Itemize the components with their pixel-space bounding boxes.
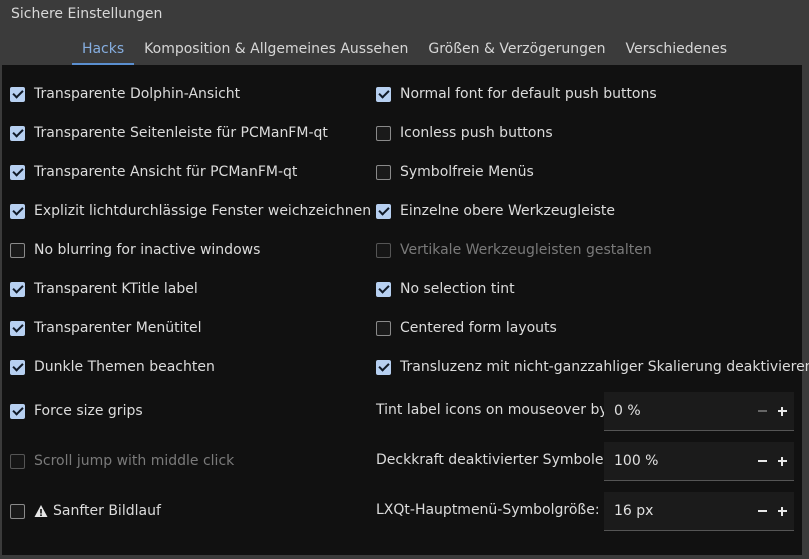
group-title: Sichere Einstellungen — [11, 6, 163, 22]
checkbox[interactable] — [10, 164, 25, 180]
option-label: Sanfter Bildlauf — [53, 503, 161, 519]
checkbox — [10, 453, 25, 469]
option-label: Iconless push buttons — [400, 125, 553, 141]
option-ktitle[interactable]: Transparent KTitle label — [10, 278, 198, 300]
checkbox[interactable] — [10, 503, 25, 519]
option-normal-font[interactable]: Normal font for default push buttons — [376, 83, 657, 105]
checkbox[interactable] — [376, 281, 391, 297]
option-scroll-jump: Scroll jump with middle click — [10, 450, 234, 472]
option-label: Symbolfreie Menüs — [400, 164, 534, 180]
menu-icon-size-label: LXQt-Hauptmenü-Symbolgröße: — [376, 502, 600, 518]
option-label: Normal font for default push buttons — [400, 86, 657, 102]
checkbox[interactable] — [376, 164, 391, 180]
option-label: Transparent KTitle label — [34, 281, 198, 297]
checkbox[interactable] — [10, 242, 25, 258]
checkbox[interactable] — [10, 203, 25, 219]
checkbox[interactable] — [376, 125, 391, 141]
option-fractional-scaling[interactable]: Transluzenz mit nicht-ganzzahliger Skali… — [376, 356, 809, 378]
disabled-icon-opacity-spinbox[interactable]: 100 % — [604, 442, 794, 481]
option-no-selection-tint[interactable]: No selection tint — [376, 278, 515, 300]
checkbox — [376, 242, 391, 258]
option-label: Transparente Dolphin-Ansicht — [34, 86, 241, 102]
spinbox-value[interactable]: 0 % — [604, 403, 754, 419]
option-label: Vertikale Werkzeugleisten gestalten — [400, 242, 652, 258]
option-label: Transparente Seitenleiste für PCManFM-qt — [34, 125, 328, 141]
option-single-toolbar[interactable]: Einzelne obere Werkzeugleiste — [376, 200, 615, 222]
checkbox[interactable] — [376, 320, 391, 336]
option-smooth-scroll[interactable]: Sanfter Bildlauf — [10, 500, 161, 522]
option-no-blur-inactive[interactable]: No blurring for inactive windows — [10, 239, 260, 261]
decrement-icon[interactable] — [754, 403, 770, 419]
increment-icon[interactable] — [774, 503, 790, 519]
option-label: No selection tint — [400, 281, 515, 297]
menu-icon-size-spinbox[interactable]: 16 px — [604, 492, 794, 531]
option-pcmanfm-sidebar[interactable]: Transparente Seitenleiste für PCManFM-qt — [10, 122, 328, 144]
tab-verschiedenes[interactable]: Verschiedenes — [616, 38, 738, 64]
option-size-grips[interactable]: Force size grips — [10, 400, 143, 422]
option-iconless-menus[interactable]: Symbolfreie Menüs — [376, 161, 534, 183]
option-centered-forms[interactable]: Centered form layouts — [376, 317, 557, 339]
option-label: Centered form layouts — [400, 320, 557, 336]
checkbox[interactable] — [10, 359, 25, 375]
option-dark-themes[interactable]: Dunkle Themen beachten — [10, 356, 215, 378]
option-label: Force size grips — [34, 403, 143, 419]
hacks-panel: Transparente Dolphin-Ansicht Transparent… — [2, 65, 809, 555]
increment-icon[interactable] — [774, 453, 790, 469]
option-label: Transparenter Menütitel — [34, 320, 202, 336]
checkbox[interactable] — [10, 86, 25, 102]
option-pcmanfm-view[interactable]: Transparente Ansicht für PCManFM-qt — [10, 161, 297, 183]
option-iconless-buttons[interactable]: Iconless push buttons — [376, 122, 553, 144]
tab-hacks[interactable]: Hacks — [71, 38, 135, 65]
option-vertical-toolbars: Vertikale Werkzeugleisten gestalten — [376, 239, 652, 261]
option-blur-translucent[interactable]: Explizit lichtdurchlässige Fenster weich… — [10, 200, 371, 222]
checkbox[interactable] — [376, 203, 391, 219]
option-label: Transparente Ansicht für PCManFM-qt — [34, 164, 298, 180]
checkbox[interactable] — [376, 359, 391, 375]
decrement-icon[interactable] — [754, 453, 770, 469]
option-label: Dunkle Themen beachten — [34, 359, 215, 375]
option-label: No blurring for inactive windows — [34, 242, 261, 258]
checkbox[interactable] — [10, 281, 25, 297]
option-dolphin[interactable]: Transparente Dolphin-Ansicht — [10, 83, 240, 105]
tab-bar: Hacks Komposition & Allgemeines Aussehen… — [0, 38, 809, 65]
tint-label-icons-label: Tint label icons on mouseover by — [376, 402, 608, 418]
tab-komposition[interactable]: Komposition & Allgemeines Aussehen — [134, 38, 418, 64]
warning-icon — [34, 505, 48, 517]
checkbox[interactable] — [10, 403, 25, 419]
option-label: Transluzenz mit nicht-ganzzahliger Skali… — [400, 359, 809, 375]
disabled-icon-opacity-label: Deckkraft deaktivierter Symbole: — [376, 452, 609, 468]
tint-label-icons-spinbox[interactable]: 0 % — [604, 392, 794, 431]
checkbox[interactable] — [10, 125, 25, 141]
decrement-icon[interactable] — [754, 503, 770, 519]
option-label: Explizit lichtdurchlässige Fenster weich… — [34, 203, 372, 219]
checkbox[interactable] — [10, 320, 25, 336]
spinbox-value[interactable]: 100 % — [604, 453, 754, 469]
spinbox-value[interactable]: 16 px — [604, 503, 754, 519]
option-menu-title[interactable]: Transparenter Menütitel — [10, 317, 202, 339]
tab-groessen[interactable]: Größen & Verzögerungen — [418, 38, 615, 64]
increment-icon[interactable] — [774, 403, 790, 419]
option-label: Scroll jump with middle click — [34, 453, 235, 469]
checkbox[interactable] — [376, 86, 391, 102]
option-label: Einzelne obere Werkzeugleiste — [400, 203, 615, 219]
